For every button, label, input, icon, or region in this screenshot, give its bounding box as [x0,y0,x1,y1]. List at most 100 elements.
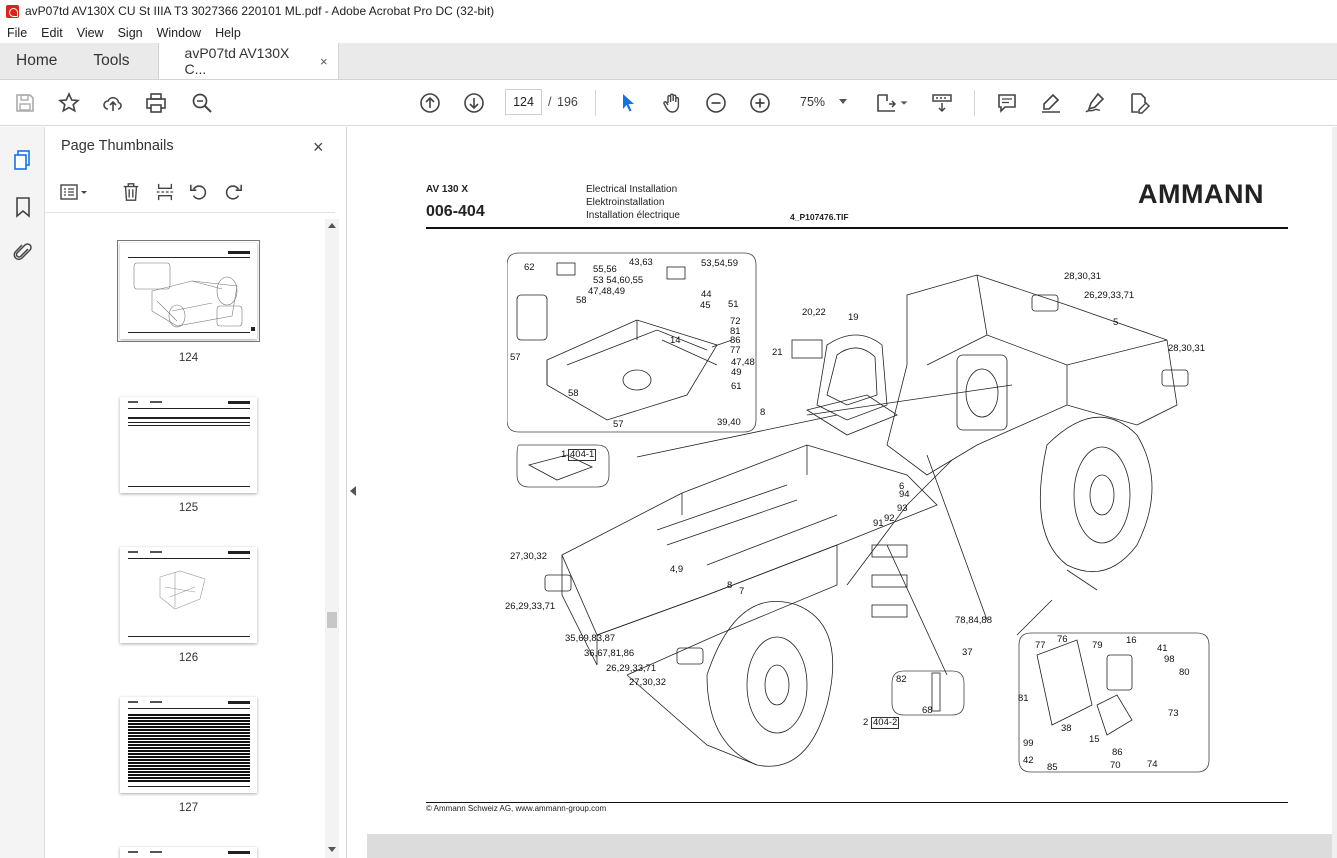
close-icon[interactable]: × [313,137,324,158]
callout: 62 [524,262,535,273]
thumb-header [128,401,138,403]
callout: 99 [1023,738,1034,749]
find-zoom-icon[interactable] [190,91,214,115]
callout: 26,29,33,71 [606,663,657,674]
callout-reference: 404-1 [568,449,597,461]
thumb-row [128,425,250,426]
callout: 42 [1023,755,1034,766]
print-icon[interactable] [144,91,168,115]
thumb-row [128,422,250,423]
bookmark-star-icon[interactable] [57,91,81,115]
menu-help[interactable]: Help [208,26,248,40]
thumbnail-page-126[interactable] [120,547,257,643]
draw-sign-icon[interactable] [1083,91,1107,115]
callout: 81 [1018,693,1029,704]
zoom-value: 75% [800,95,826,109]
thumb-rule [128,332,250,333]
menu-window[interactable]: Window [150,26,208,40]
callout: 68 [922,705,933,716]
header-rule [426,227,1288,229]
tab-home[interactable]: Home [0,43,73,79]
next-page-icon[interactable] [462,91,486,115]
tab-document[interactable]: avP07td AV130X C... × [158,43,339,79]
zoom-in-icon[interactable] [748,91,772,115]
page-thumbnails-icon[interactable] [11,148,35,172]
highlight-pen-icon[interactable] [1039,91,1063,115]
callout: 86 [1112,747,1123,758]
page-footer: © Ammann Schweiz AG, www.ammann-group.co… [426,804,607,813]
pdf-page: AV 130 X 006-404 Electrical Installation… [367,127,1333,834]
callout: 49 [731,367,742,378]
thumb-drawing [159,570,206,610]
delete-page-icon[interactable] [119,181,143,203]
thumbnail-page-127[interactable] [120,697,257,793]
callout: 36,67,81,86 [584,648,635,659]
thumb-header [150,401,162,403]
menu-view[interactable]: View [70,26,111,40]
thumbnail-label: 125 [178,502,199,514]
callout: 57 [510,352,521,363]
scroll-mode-icon[interactable] [930,91,954,115]
thumbnail-page-125[interactable] [120,397,257,493]
menu-edit[interactable]: Edit [34,26,70,40]
pane-title: Page Thumbnails [61,138,174,154]
scrollbar-thumb[interactable] [327,612,337,628]
bookmarks-icon[interactable] [11,195,35,219]
rotate-left-icon[interactable] [187,181,211,203]
page-fit-icon[interactable] [874,91,898,115]
thumb-rule [128,786,250,787]
callout: 26,29,33,71 [1084,290,1135,301]
select-cursor-icon[interactable] [616,91,640,115]
footer-rule [426,802,1288,803]
callout: 58 [576,295,587,306]
menu-file[interactable]: File [0,26,34,40]
tab-close-icon[interactable]: × [320,54,328,69]
thumb-header [128,551,138,553]
thumbnail-label: 126 [178,652,199,664]
thumbnail-scrollbar[interactable] [325,219,339,858]
thumb-header [150,851,162,853]
callout: 78,84,88 [955,615,992,626]
thumb-logo [228,551,250,554]
previous-page-icon[interactable] [418,91,442,115]
callout: 2 [863,717,869,728]
save-icon[interactable] [13,91,37,115]
thumbnail-page-next[interactable] [120,847,257,858]
upload-cloud-icon[interactable] [101,91,125,115]
menu-sign[interactable]: Sign [111,26,150,40]
tab-bar: Home Tools avP07td AV130X C... × [0,43,1337,80]
callout: 28,30,31 [1168,343,1205,354]
callout: 8 [727,580,733,591]
page-fit-dropdown-icon[interactable] [898,91,910,115]
callout: 15 [1089,734,1100,745]
thumb-rule [128,708,250,709]
thumb-logo [228,851,250,854]
thumb-rule [128,257,250,258]
rotate-right-icon[interactable] [221,181,245,203]
callout: 79 [1092,640,1103,651]
edit-pdf-icon[interactable] [1127,91,1151,115]
thumbnail-page-124[interactable] [117,240,260,342]
attachments-icon[interactable] [11,240,35,264]
scroll-up-icon[interactable] [328,223,336,228]
scroll-down-icon[interactable] [328,847,336,852]
zoom-select[interactable]: 75% [790,89,855,115]
menu-bar: File Edit View Sign Window Help [0,22,1337,43]
thumb-drawing [133,262,243,328]
tab-tools[interactable]: Tools [73,43,159,79]
thumbnail-options-icon[interactable] [59,181,89,203]
comment-icon[interactable] [995,91,1019,115]
hand-tool-icon[interactable] [660,91,684,115]
extract-page-icon[interactable] [153,181,177,203]
zoom-out-icon[interactable] [704,91,728,115]
collapse-pane-icon[interactable] [350,486,356,496]
document-scrollbar[interactable] [1332,127,1337,858]
document-view[interactable]: AV 130 X 006-404 Electrical Installation… [367,127,1337,858]
title-bar: avP07td AV130X CU St IIIA T3 3027366 220… [0,0,1337,22]
callout: 58 [568,388,579,399]
thumb-rule [128,486,250,487]
tab-document-label: avP07td AV130X C... [184,45,290,77]
current-page-input[interactable]: 124 [505,89,542,115]
thumb-header [128,851,138,853]
callout: 53 54,60,55 [593,275,644,286]
